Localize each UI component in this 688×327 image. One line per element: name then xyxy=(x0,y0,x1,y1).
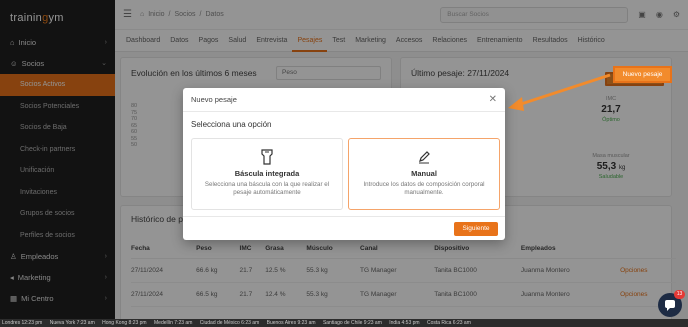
option-title: Báscula integrada xyxy=(234,169,300,178)
clock-item: India 4:53 pm xyxy=(389,320,420,326)
modal-header: Nuevo pesaje ✕ xyxy=(183,88,505,112)
clock-item: Costa Rica 6:23 am xyxy=(426,320,471,326)
option-desc: Introduce los datos de composición corpo… xyxy=(363,181,485,196)
close-icon[interactable]: ✕ xyxy=(489,94,497,105)
option-manual[interactable]: Manual Introduce los datos de composició… xyxy=(348,138,500,210)
modal-subtitle: Selecciona una opción xyxy=(191,120,272,129)
clock-item: Londres 12:23 pm xyxy=(2,320,43,326)
clock-item: Buenos Aires 9:23 am xyxy=(266,320,316,326)
chat-badge: 13 xyxy=(674,290,685,299)
scale-icon xyxy=(192,149,342,165)
modal-title: Nuevo pesaje xyxy=(191,95,237,104)
clock-item: Nueva York 7:23 am xyxy=(49,320,95,326)
clock-item: Ciudad de México 6:23 am xyxy=(199,320,260,326)
clock-item: Hong Kong 8:23 pm xyxy=(102,320,147,326)
pencil-icon xyxy=(349,149,499,165)
clock-bar: Londres 12:23 pm Nueva York 7:23 am Hong… xyxy=(0,319,688,327)
new-weighing-button-highlight[interactable]: Nuevo pesaje xyxy=(613,66,672,83)
new-weighing-modal: Nuevo pesaje ✕ Selecciona una opción Bás… xyxy=(183,88,505,240)
clock-item: Santiago de Chile 9:23 am xyxy=(322,320,382,326)
clock-item: Medellín 7:23 am xyxy=(154,320,193,326)
option-integrated-scale[interactable]: Báscula integrada Selecciona una báscula… xyxy=(191,138,343,210)
chat-button[interactable]: 13 xyxy=(658,290,685,317)
modal-footer: Siguiente xyxy=(183,216,505,240)
option-desc: Selecciona una báscula con la que realiz… xyxy=(204,181,330,196)
next-button[interactable]: Siguiente xyxy=(454,222,498,236)
option-title: Manual xyxy=(411,169,437,178)
